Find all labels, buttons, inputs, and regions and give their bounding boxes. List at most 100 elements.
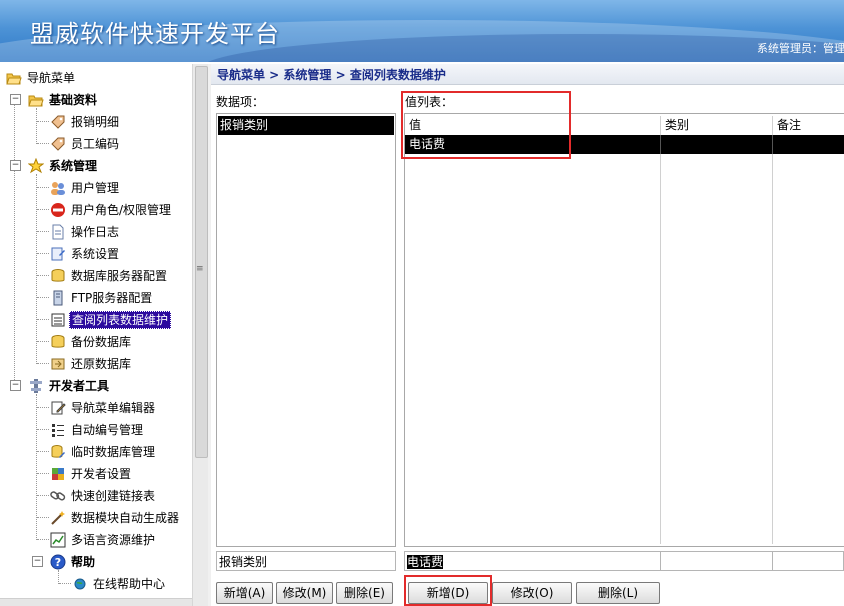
tree-branch (37, 253, 49, 254)
tree-item-data-module-generator[interactable]: 数据模块自动生成器 (50, 506, 181, 528)
tree-connector (58, 570, 59, 584)
tree-item-employee-code[interactable]: 员工编码 (50, 132, 121, 154)
list-item[interactable]: 报销类别 (218, 116, 394, 135)
tree-branch (37, 341, 49, 342)
tree-branch (37, 319, 49, 320)
category-edit-field[interactable] (660, 551, 773, 571)
tree-branch (37, 231, 49, 232)
tree-item-quick-link-table[interactable]: 快速创建链接表 (50, 484, 157, 506)
tree-item-user-roles[interactable]: 用户角色/权限管理 (50, 198, 173, 220)
data-item-edit-button[interactable]: 修改(M) (276, 582, 333, 604)
open-folder-icon (6, 70, 22, 86)
tree-item-language-resources[interactable]: 多语言资源维护 (50, 528, 157, 550)
tree-item-expense-detail[interactable]: 报销明细 (50, 110, 121, 132)
tag-icon (50, 114, 66, 130)
tree-connector (14, 98, 15, 386)
no-entry-icon (50, 202, 66, 218)
database-edit-icon (50, 444, 66, 460)
remark-edit-field[interactable] (772, 551, 844, 571)
numbered-list-icon (50, 422, 66, 438)
tree-item-restore-database[interactable]: 还原数据库 (50, 352, 133, 374)
panel-splitter[interactable] (208, 64, 211, 606)
tree-branch (37, 143, 49, 144)
tree-item-user-management[interactable]: 用户管理 (50, 176, 121, 198)
data-item-add-button[interactable]: 新增(A) (216, 582, 273, 604)
column-divider (772, 116, 773, 544)
tree-connector (36, 174, 37, 364)
data-item-edit-field[interactable]: 报销类别 (216, 551, 396, 571)
breadcrumb: 导航菜单 > 系统管理 > 查阅列表数据维护 (211, 64, 844, 85)
globe-icon (72, 576, 88, 592)
database-icon (50, 334, 66, 350)
breadcrumb-text: 导航菜单 > 系统管理 > 查阅列表数据维护 (217, 68, 446, 82)
tree-group-basic-data[interactable]: 基础资料 (28, 88, 99, 110)
tree-connector (36, 108, 37, 144)
list-icon (50, 312, 66, 328)
tree-item-operation-log[interactable]: 操作日志 (50, 220, 121, 242)
database-icon (50, 268, 66, 284)
chart-icon (50, 532, 66, 548)
tree-item-developer-settings[interactable]: 开发者设置 (50, 462, 133, 484)
tree-branch (37, 407, 49, 408)
tree-horizontal-scrollbar[interactable] (0, 598, 192, 606)
tree-item-ftp-server-config[interactable]: FTP服务器配置 (50, 286, 154, 308)
tree-branch (37, 187, 49, 188)
tree-vertical-scrollbar[interactable]: ≡ (192, 64, 209, 606)
grid-header: 值 类别 备注 (405, 116, 844, 136)
help-icon: ? (50, 554, 66, 570)
cell-value: 电话费 (409, 137, 446, 151)
column-header-category[interactable]: 类别 (665, 116, 689, 135)
tree-branch (59, 583, 71, 584)
open-folder-icon (28, 92, 44, 108)
tree-item-backup-database[interactable]: 备份数据库 (50, 330, 133, 352)
navigation-tree: 导航菜单 − 基础资料 报销明细 员工编码 − 系统管理 用户管理 用户角色/权… (0, 64, 193, 606)
settings-icon (50, 246, 66, 262)
svg-text:?: ? (55, 556, 61, 569)
current-user-label: 系统管理员：管理 (757, 42, 844, 55)
collapse-toggle[interactable]: − (10, 160, 21, 171)
star-icon (27, 157, 45, 174)
column-header-value[interactable]: 值 (409, 116, 421, 135)
collapse-toggle[interactable]: − (32, 556, 43, 567)
collapse-toggle[interactable]: − (10, 94, 21, 105)
table-row[interactable]: 电话费 (405, 135, 844, 154)
data-items-list[interactable]: 报销类别 (216, 113, 396, 547)
tree-branch (37, 495, 49, 496)
tree-item-system-settings[interactable]: 系统设置 (50, 242, 121, 264)
tree-branch (37, 363, 49, 364)
tree-item-db-server-config[interactable]: 数据库服务器配置 (50, 264, 169, 286)
magic-wand-icon (50, 510, 66, 526)
scrollbar-thumb[interactable] (195, 66, 208, 458)
tree-item-lookup-list-maintenance[interactable]: 查阅列表数据维护 (50, 308, 172, 330)
value-edit-button[interactable]: 修改(O) (492, 582, 572, 604)
tree-root[interactable]: 导航菜单 (6, 66, 77, 88)
tree-item-auto-numbering[interactable]: 自动编号管理 (50, 418, 145, 440)
tree-item-nav-menu-editor[interactable]: 导航菜单编辑器 (50, 396, 157, 418)
tree-branch (37, 209, 49, 210)
collapse-toggle[interactable]: − (10, 380, 21, 391)
app-title: 盟威软件快速开发平台 (30, 20, 280, 48)
app-header: 盟威软件快速开发平台 系统管理员：管理 (0, 0, 844, 62)
restore-icon (50, 356, 66, 372)
tree-item-online-help[interactable]: 在线帮助中心 (72, 572, 167, 594)
column-header-remark[interactable]: 备注 (777, 116, 801, 135)
tree-item-temp-db-management[interactable]: 临时数据库管理 (50, 440, 157, 462)
data-item-delete-button[interactable]: 删除(E) (336, 582, 393, 604)
value-add-button[interactable]: 新增(D) (408, 582, 488, 604)
tree-branch (37, 517, 49, 518)
tree-group-system-management[interactable]: 系统管理 (27, 154, 99, 176)
tree-group-developer-tools[interactable]: 开发者工具 (28, 374, 111, 396)
column-divider (660, 116, 661, 544)
column-divider (660, 135, 661, 154)
value-list-grid[interactable]: 值 类别 备注 电话费 (404, 113, 844, 547)
tree-branch (37, 297, 49, 298)
value-edit-field[interactable]: 电话费 (404, 551, 661, 571)
tree-group-help[interactable]: ? 帮助 (50, 550, 97, 572)
tree-branch (37, 121, 49, 122)
tree-connector (36, 394, 37, 540)
data-items-label: 数据项： (216, 95, 265, 109)
column-divider (772, 135, 773, 154)
tag-icon (50, 136, 66, 152)
value-delete-button[interactable]: 删除(L) (576, 582, 660, 604)
tree-branch (37, 429, 49, 430)
